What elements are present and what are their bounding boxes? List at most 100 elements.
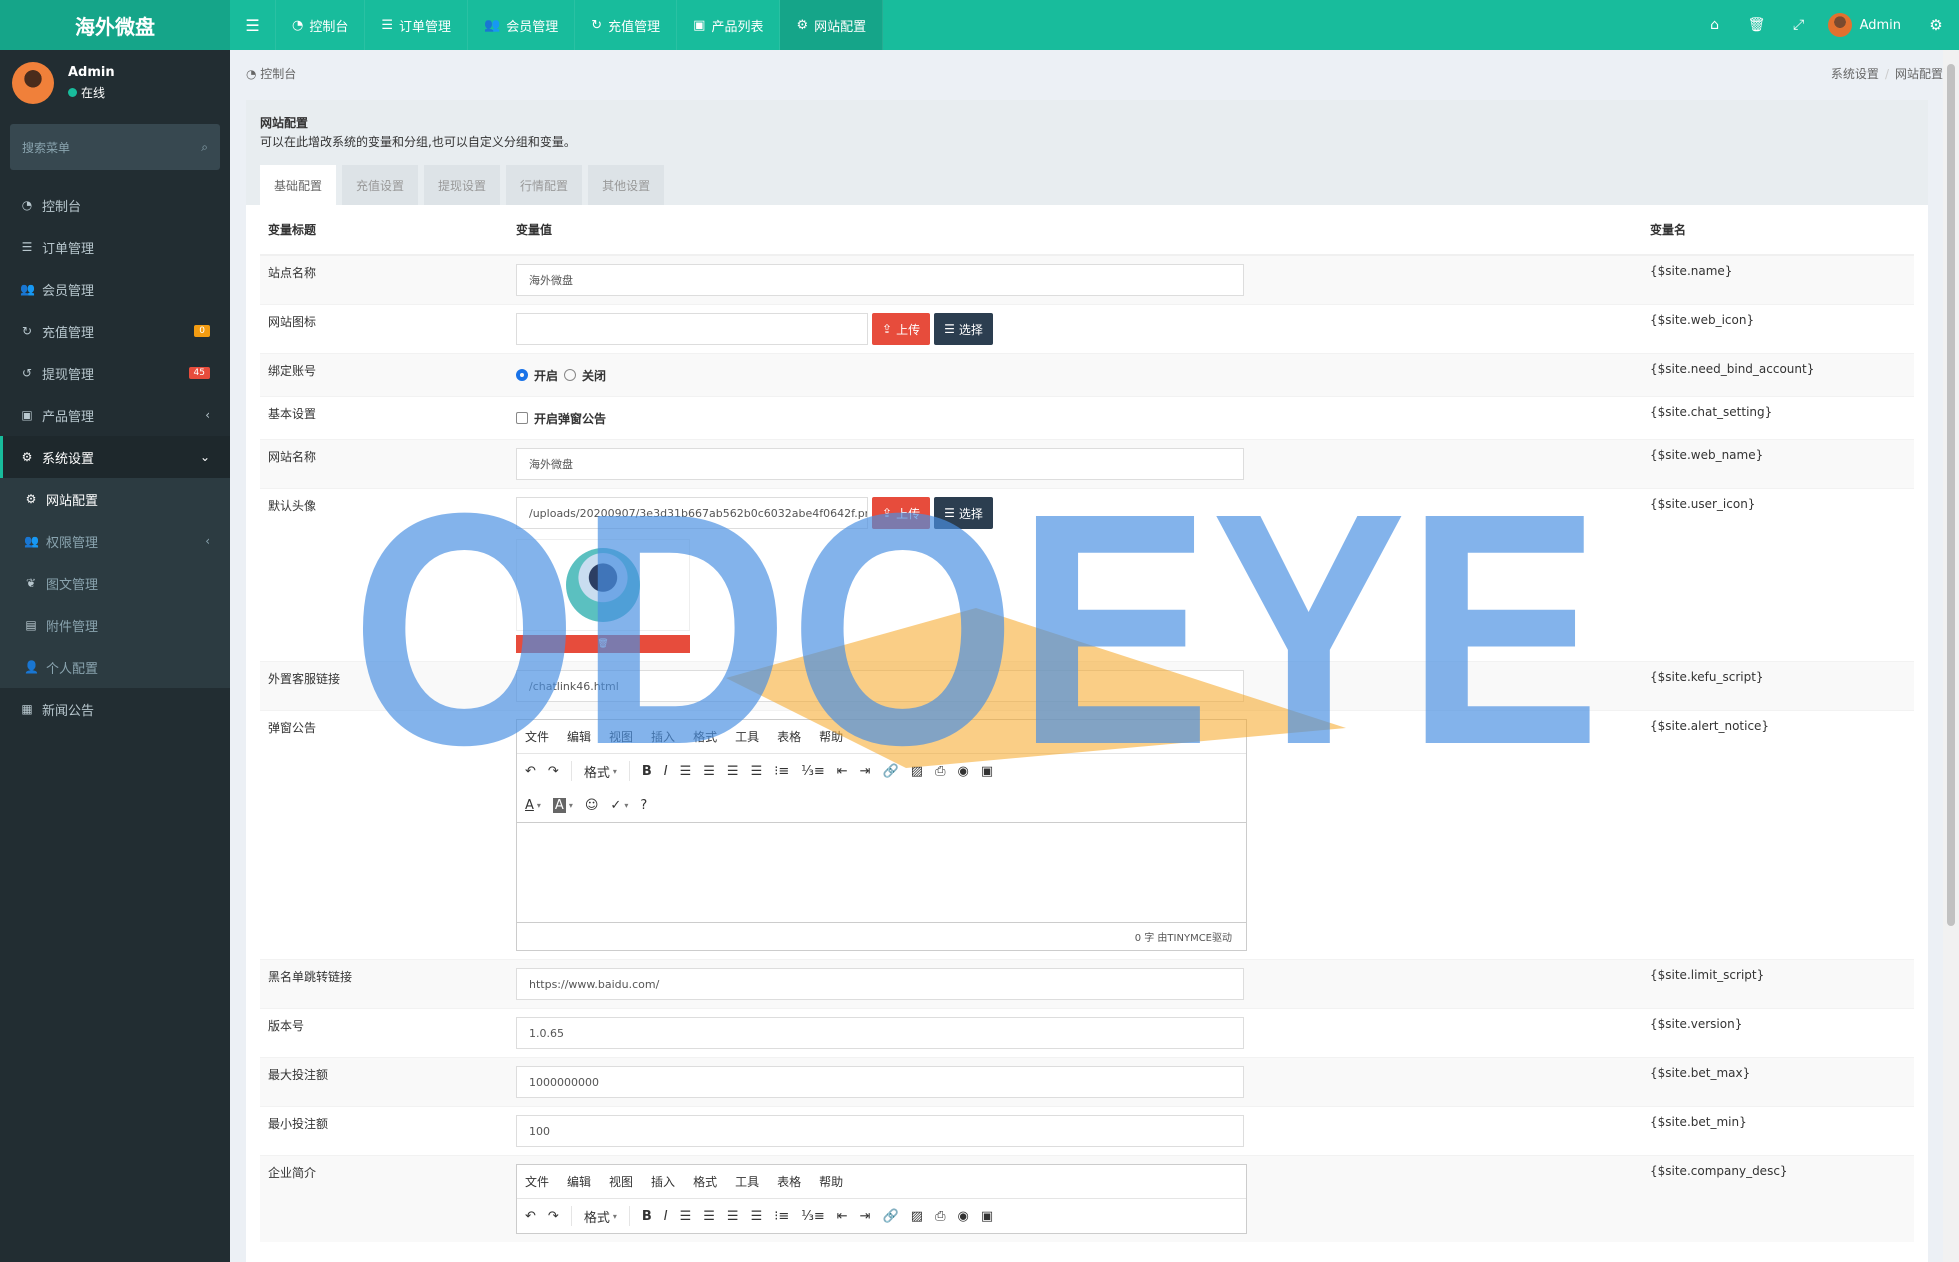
preview-icon[interactable]: ◉ <box>957 764 968 779</box>
sidebar-item-permissions[interactable]: 👥 权限管理 ‹ <box>0 520 230 562</box>
numbered-list-icon[interactable]: ⅓≡ <box>801 764 825 779</box>
align-right-icon[interactable]: ☰ <box>727 1209 739 1224</box>
breadcrumb-home[interactable]: ◔ 控制台 <box>246 65 296 82</box>
bold-icon[interactable]: B <box>642 1209 652 1224</box>
tab-market[interactable]: 行情配置 <box>506 165 583 205</box>
app-logo[interactable]: 海外微盘 <box>0 0 230 50</box>
menu-format[interactable]: 格式 <box>693 1173 717 1190</box>
outdent-icon[interactable]: ⇤ <box>837 1209 848 1224</box>
image-icon[interactable]: ▨ <box>911 1209 923 1224</box>
settings-gears-icon[interactable]: ⚙ <box>1913 0 1959 50</box>
sidebar-item-articles[interactable]: ❦ 图文管理 <box>0 562 230 604</box>
blacklist-link-input[interactable]: https://www.baidu.com/ <box>516 968 1244 1000</box>
tab-recharge[interactable]: 充值设置 <box>342 165 419 205</box>
sidebar-item-site-config[interactable]: ⚙ 网站配置 <box>0 478 230 520</box>
menu-tools[interactable]: 工具 <box>735 1173 759 1190</box>
sidebar-item-members[interactable]: 👥 会员管理 <box>0 268 230 310</box>
outdent-icon[interactable]: ⇤ <box>837 764 848 779</box>
upload-button[interactable]: ⇪ 上传 <box>872 313 931 345</box>
menu-view[interactable]: 视图 <box>609 728 633 745</box>
menu-format[interactable]: 格式 <box>693 728 717 745</box>
radio-off[interactable] <box>564 369 577 381</box>
menu-table[interactable]: 表格 <box>777 728 801 745</box>
align-left-icon[interactable]: ☰ <box>680 764 692 779</box>
delete-avatar-button[interactable]: 🗑 <box>516 635 690 653</box>
tab-other[interactable]: 其他设置 <box>588 165 665 205</box>
sidebar-item-withdraw[interactable]: ↺ 提现管理 45 <box>0 352 230 394</box>
print-icon[interactable]: ⎙ <box>935 1209 945 1224</box>
choose-button[interactable]: ☰ 选择 <box>934 313 993 345</box>
bullet-list-icon[interactable]: ⁝≡ <box>774 764 789 779</box>
media-icon[interactable]: ▣ <box>981 764 993 779</box>
popup-notice-checkbox[interactable] <box>516 412 528 424</box>
user-icon-input[interactable]: /uploads/20200907/3e3d31b667ab562b0c6032… <box>516 497 868 529</box>
home-icon[interactable]: ⌂ <box>1694 0 1736 50</box>
image-icon[interactable]: ▨ <box>911 764 923 779</box>
sidebar-item-dashboard[interactable]: ◔ 控制台 <box>0 184 230 226</box>
bet-max-input[interactable]: 1000000000 <box>516 1066 1244 1098</box>
menu-insert[interactable]: 插入 <box>651 728 675 745</box>
format-dropdown[interactable]: 格式 <box>584 762 610 781</box>
sidebar-item-profile[interactable]: 👤 个人配置 <box>0 646 230 688</box>
menu-help[interactable]: 帮助 <box>819 728 843 745</box>
undo-icon[interactable]: ↶ <box>525 764 536 779</box>
menu-tools[interactable]: 工具 <box>735 728 759 745</box>
menu-table[interactable]: 表格 <box>777 1173 801 1190</box>
menu-edit[interactable]: 编辑 <box>567 728 591 745</box>
sidebar-search-input[interactable]: 搜索菜单 ⌕ <box>10 124 220 170</box>
site-name-input[interactable]: 海外微盘 <box>516 264 1244 296</box>
spellcheck-icon[interactable]: ✓ <box>610 798 621 813</box>
tab-withdraw[interactable]: 提现设置 <box>424 165 501 205</box>
preview-icon[interactable]: ◉ <box>957 1209 968 1224</box>
sidebar-toggle-button[interactable]: ☰ <box>230 0 276 50</box>
radio-on[interactable] <box>516 369 528 381</box>
bold-icon[interactable]: B <box>642 764 652 779</box>
menu-edit[interactable]: 编辑 <box>567 1173 591 1190</box>
sidebar-item-recharge[interactable]: ↻ 充值管理 0 <box>0 310 230 352</box>
page-scrollbar[interactable] <box>1943 50 1959 1262</box>
web-icon-input[interactable] <box>516 313 868 345</box>
numbered-list-icon[interactable]: ⅓≡ <box>801 1209 825 1224</box>
topnav-dashboard[interactable]: ◔ 控制台 <box>276 0 366 50</box>
scrollbar-thumb[interactable] <box>1947 64 1955 926</box>
text-color-icon[interactable]: A <box>525 798 534 813</box>
menu-insert[interactable]: 插入 <box>651 1173 675 1190</box>
topnav-members[interactable]: 👥 会员管理 <box>468 0 576 50</box>
upload-button[interactable]: ⇪ 上传 <box>872 497 931 529</box>
search-icon[interactable]: ⌕ <box>201 140 208 155</box>
emoticon-icon[interactable]: ☺ <box>585 798 599 813</box>
redo-icon[interactable]: ↷ <box>548 764 559 779</box>
user-menu[interactable]: Admin <box>1820 13 1913 37</box>
topnav-recharge[interactable]: ↻ 充值管理 <box>575 0 678 50</box>
indent-icon[interactable]: ⇥ <box>860 1209 871 1224</box>
tab-basic[interactable]: 基础配置 <box>260 165 337 205</box>
sidebar-item-system-settings[interactable]: ⚙ 系统设置 ⌄ <box>0 436 230 478</box>
menu-view[interactable]: 视图 <box>609 1173 633 1190</box>
align-justify-icon[interactable]: ☰ <box>751 764 763 779</box>
print-icon[interactable]: ⎙ <box>935 764 945 779</box>
indent-icon[interactable]: ⇥ <box>860 764 871 779</box>
redo-icon[interactable]: ↷ <box>548 1209 559 1224</box>
topnav-site-config[interactable]: ⚙ 网站配置 <box>780 0 884 50</box>
version-input[interactable]: 1.0.65 <box>516 1017 1244 1049</box>
align-center-icon[interactable]: ☰ <box>703 764 715 779</box>
menu-file[interactable]: 文件 <box>525 1173 549 1190</box>
bet-min-input[interactable]: 100 <box>516 1115 1244 1147</box>
italic-icon[interactable]: I <box>664 1209 668 1224</box>
align-left-icon[interactable]: ☰ <box>680 1209 692 1224</box>
sidebar-item-orders[interactable]: ☰ 订单管理 <box>0 226 230 268</box>
menu-help[interactable]: 帮助 <box>819 1173 843 1190</box>
web-name-input[interactable]: 海外微盘 <box>516 448 1244 480</box>
kefu-link-input[interactable]: /chatlink46.html <box>516 670 1244 702</box>
sidebar-item-products[interactable]: ▣ 产品管理 ‹ <box>0 394 230 436</box>
help-icon[interactable]: ? <box>640 798 647 813</box>
sidebar-item-attachments[interactable]: ▤ 附件管理 <box>0 604 230 646</box>
media-icon[interactable]: ▣ <box>981 1209 993 1224</box>
editor-content-area[interactable] <box>517 822 1246 922</box>
align-justify-icon[interactable]: ☰ <box>751 1209 763 1224</box>
format-dropdown[interactable]: 格式 <box>584 1207 610 1226</box>
link-icon[interactable]: 🔗 <box>883 1209 899 1224</box>
sidebar-item-news[interactable]: ▦ 新闻公告 <box>0 688 230 730</box>
fullscreen-icon[interactable]: ⤢ <box>1778 0 1820 50</box>
align-center-icon[interactable]: ☰ <box>703 1209 715 1224</box>
